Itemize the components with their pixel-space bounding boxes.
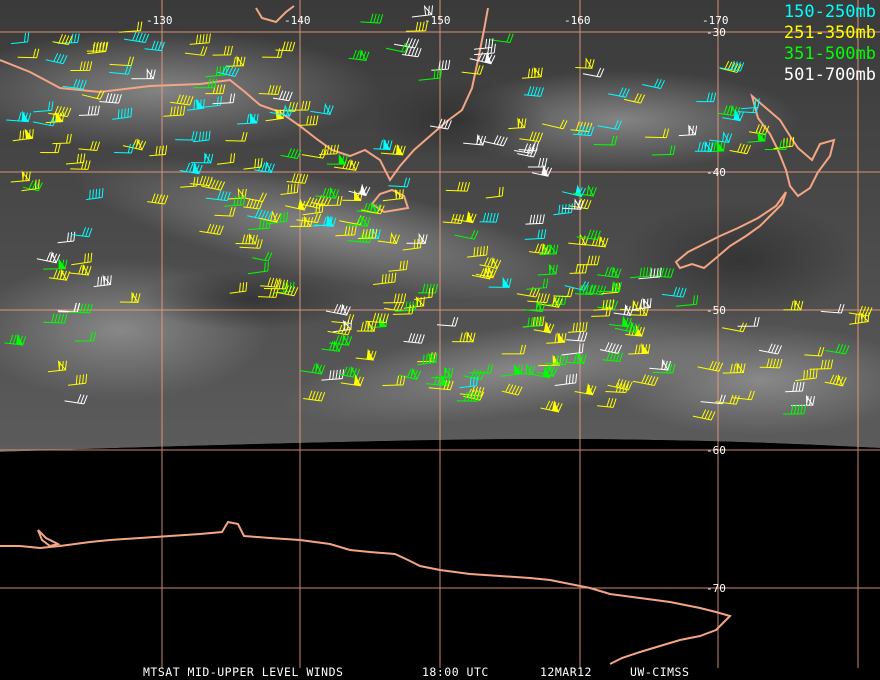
- lat-label-60: -60: [706, 444, 726, 457]
- lon-label-160: -160: [564, 14, 591, 27]
- legend-item-351-500: 351-500mb: [783, 44, 876, 64]
- lon-label-130: -130: [146, 14, 173, 27]
- pressure-level-legend: 150-250mb 251-350mb 351-500mb 501-700mb: [784, 2, 876, 86]
- caption-date: 12MAR12: [540, 665, 592, 679]
- lat-label-70: -70: [706, 582, 726, 595]
- caption-product: MTSAT MID-UPPER LEVEL WINDS: [143, 665, 344, 679]
- lon-label-150: -150: [424, 14, 451, 27]
- caption-source: UW-CIMSS: [630, 665, 690, 679]
- legend-item-150-250: 150-250mb: [783, 2, 876, 22]
- image-caption: MTSAT MID-UPPER LEVEL WINDS 18:00 UTC 12…: [0, 664, 880, 680]
- lat-label-40: -40: [706, 166, 726, 179]
- legend-item-251-350: 251-350mb: [783, 23, 876, 43]
- lon-label-140: -140: [284, 14, 311, 27]
- lat-label-30: -30: [706, 26, 726, 39]
- satellite-map: -130 -140 -150 -160 -170 -30 -40 -50 -60…: [0, 0, 880, 680]
- caption-time: 18:00 UTC: [422, 665, 489, 679]
- legend-item-501-700: 501-700mb: [783, 65, 876, 85]
- lat-label-50: -50: [706, 304, 726, 317]
